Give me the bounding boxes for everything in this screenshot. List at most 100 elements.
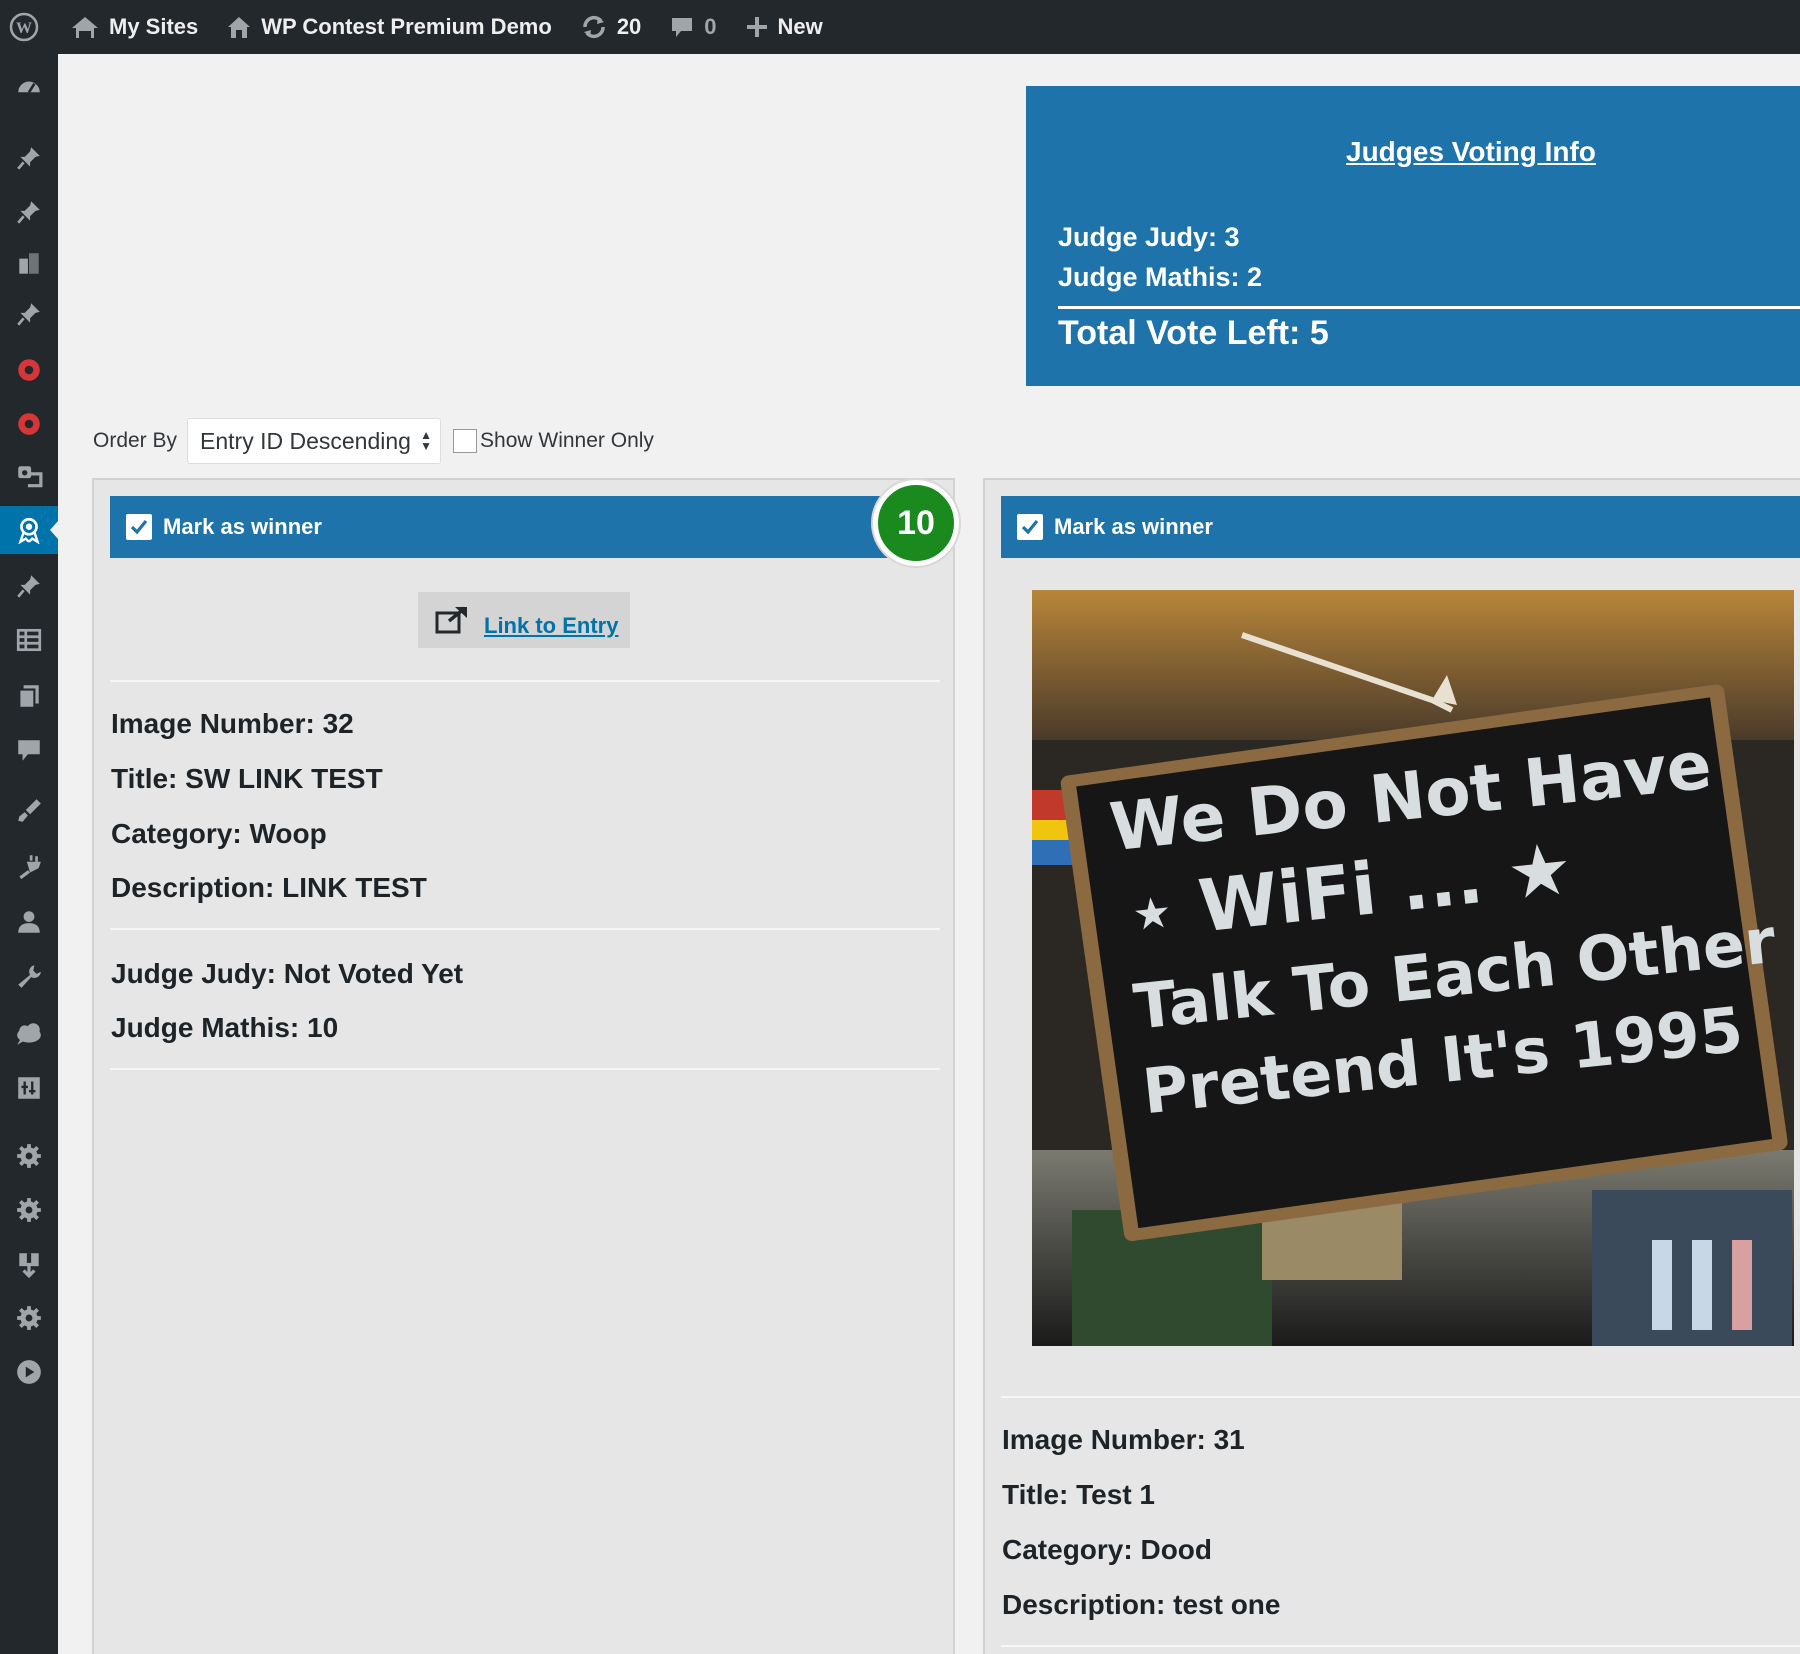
entry-category: Category: Dood <box>1002 1534 1212 1565</box>
entry-description: Description: LINK TEST <box>111 872 427 903</box>
pin-icon <box>17 201 40 224</box>
target-icon <box>18 413 40 435</box>
judge-votes-line: Judge Judy: 3 <box>1058 222 1240 252</box>
checkmark-icon <box>1021 519 1039 535</box>
tools-icon <box>18 1077 40 1099</box>
user-icon <box>18 911 40 933</box>
link-to-entry-link[interactable]: Link to Entry <box>484 613 618 639</box>
my-sites-menu[interactable]: My Sites <box>56 0 212 54</box>
pin-icon <box>17 575 40 598</box>
external-link-icon <box>435 606 467 634</box>
order-by-value: Entry ID Descending <box>200 427 411 454</box>
sidebar-menu-item[interactable] <box>0 1186 58 1234</box>
entry-title: Title: Test 1 <box>1002 1479 1156 1510</box>
updates-icon <box>583 15 605 39</box>
sidebar-menu-item[interactable] <box>0 134 58 182</box>
entry-photo[interactable]: We Do Not Have ⋆ WiFi ... ★ Talk To Each… <box>1032 590 1794 1346</box>
sidebar-menu-item[interactable] <box>0 1240 58 1288</box>
sidebar-menu-item[interactable] <box>0 290 58 338</box>
sidebar-menu-item[interactable] <box>0 506 58 554</box>
show-winner-only-checkbox[interactable] <box>453 429 478 453</box>
score-badge: 10 <box>873 480 959 566</box>
link-to-entry-button[interactable]: Link to Entry <box>418 592 630 648</box>
entry-card: Mark as winner Link to Entry Image Numbe… <box>92 478 955 1654</box>
sidebar-menu-item[interactable] <box>0 1132 58 1180</box>
admin-sidebar <box>0 54 58 1654</box>
dashboard-icon <box>18 81 40 94</box>
judge-vote-status: Judge Judy: Not Voted Yet <box>111 958 464 989</box>
sidebar-menu-item[interactable] <box>0 672 58 720</box>
target-icon <box>18 359 40 381</box>
mark-as-winner-bar: Mark as winner <box>110 496 900 558</box>
sidebar-menu-item[interactable] <box>0 726 58 774</box>
divider <box>1001 1396 1800 1398</box>
home-icon <box>228 17 251 38</box>
entry-card: Mark as winner We Do Not Have ⋆ WiFi ...… <box>983 478 1800 1654</box>
entry-description: Description: test one <box>1002 1589 1281 1620</box>
sidebar-menu-item[interactable] <box>0 346 58 394</box>
pages-icon <box>18 685 39 709</box>
sidebar-menu-item[interactable] <box>0 188 58 236</box>
sidebar-menu-item[interactable] <box>0 64 58 112</box>
entry-title: Title: SW LINK TEST <box>111 763 383 794</box>
total-votes-left: Total Vote Left: 5 <box>1058 314 1329 352</box>
judges-voting-panel: Judges Voting Info Judge Judy: 3 Judge M… <box>1026 86 1800 386</box>
divider <box>110 1068 940 1070</box>
show-winner-only-label[interactable]: Show Winner Only <box>480 429 654 453</box>
mark-as-winner-bar: Mark as winner <box>1001 496 1800 558</box>
comments-count: 0 <box>704 14 717 39</box>
select-arrows-icon: ▲ ▼ <box>420 428 433 453</box>
sidebar-menu-item[interactable] <box>0 240 58 288</box>
judge-vote-status: Judge Mathis: 10 <box>111 1012 339 1043</box>
pin-icon <box>17 303 40 326</box>
sidebar-menu-item[interactable] <box>0 616 58 664</box>
gear-icon <box>17 1198 41 1222</box>
new-label: New <box>777 14 823 39</box>
admin-bar: W My Sites WP Contest Premium Demo 20 0 … <box>0 0 1800 54</box>
image-number: Image Number: 32 <box>111 708 354 739</box>
mark-as-winner-checkbox[interactable] <box>1017 514 1043 540</box>
play-icon <box>17 1360 41 1384</box>
order-by-select[interactable]: Entry ID Descending ▲ ▼ <box>187 418 442 464</box>
sidebar-menu-item[interactable] <box>0 1064 58 1112</box>
mark-as-winner-label[interactable]: Mark as winner <box>1054 514 1213 540</box>
divider <box>1001 1645 1800 1647</box>
comment-icon <box>672 18 693 37</box>
comments-menu[interactable]: 0 <box>655 0 730 54</box>
block-icon <box>19 253 39 274</box>
divider <box>110 680 940 682</box>
svg-text:W: W <box>16 20 32 37</box>
divider <box>1058 306 1800 309</box>
sidebar-menu-item[interactable] <box>0 562 58 610</box>
wordpress-logo-icon[interactable]: W <box>0 0 56 54</box>
site-name-menu[interactable]: WP Contest Premium Demo <box>212 0 566 54</box>
award-icon <box>18 517 40 544</box>
sidebar-menu-item[interactable] <box>0 452 58 500</box>
site-name-label: WP Contest Premium Demo <box>261 14 552 39</box>
sidebar-menu-item[interactable] <box>0 1294 58 1342</box>
plus-icon <box>746 17 767 37</box>
sidebar-menu-item[interactable] <box>0 1348 58 1396</box>
divider <box>110 928 940 930</box>
download-icon <box>19 1253 39 1278</box>
filter-bar: Order By Entry ID Descending ▲ ▼ Show Win… <box>93 418 654 464</box>
gear-icon <box>17 1144 41 1168</box>
sidebar-menu-item[interactable] <box>0 400 58 448</box>
sidebar-menu-item[interactable] <box>0 842 58 890</box>
mark-as-winner-label[interactable]: Mark as winner <box>163 514 322 540</box>
mark-as-winner-checkbox[interactable] <box>126 514 152 540</box>
new-content-menu[interactable]: New <box>731 0 837 54</box>
sidebar-menu-item[interactable] <box>0 1010 58 1058</box>
plugin-icon <box>19 855 41 880</box>
checkmark-icon <box>130 519 148 535</box>
my-sites-icon <box>72 17 98 38</box>
sidebar-menu-item[interactable] <box>0 786 58 834</box>
sidebar-menu-item[interactable] <box>0 952 58 1000</box>
wrench-icon <box>18 965 41 988</box>
updates-menu[interactable]: 20 <box>566 0 655 54</box>
comment-icon <box>18 740 40 761</box>
sidebar-menu-item[interactable] <box>0 898 58 946</box>
pin-icon <box>17 147 40 170</box>
gear-icon <box>17 1306 41 1330</box>
judges-voting-title-link[interactable]: Judges Voting Info <box>1346 136 1596 168</box>
